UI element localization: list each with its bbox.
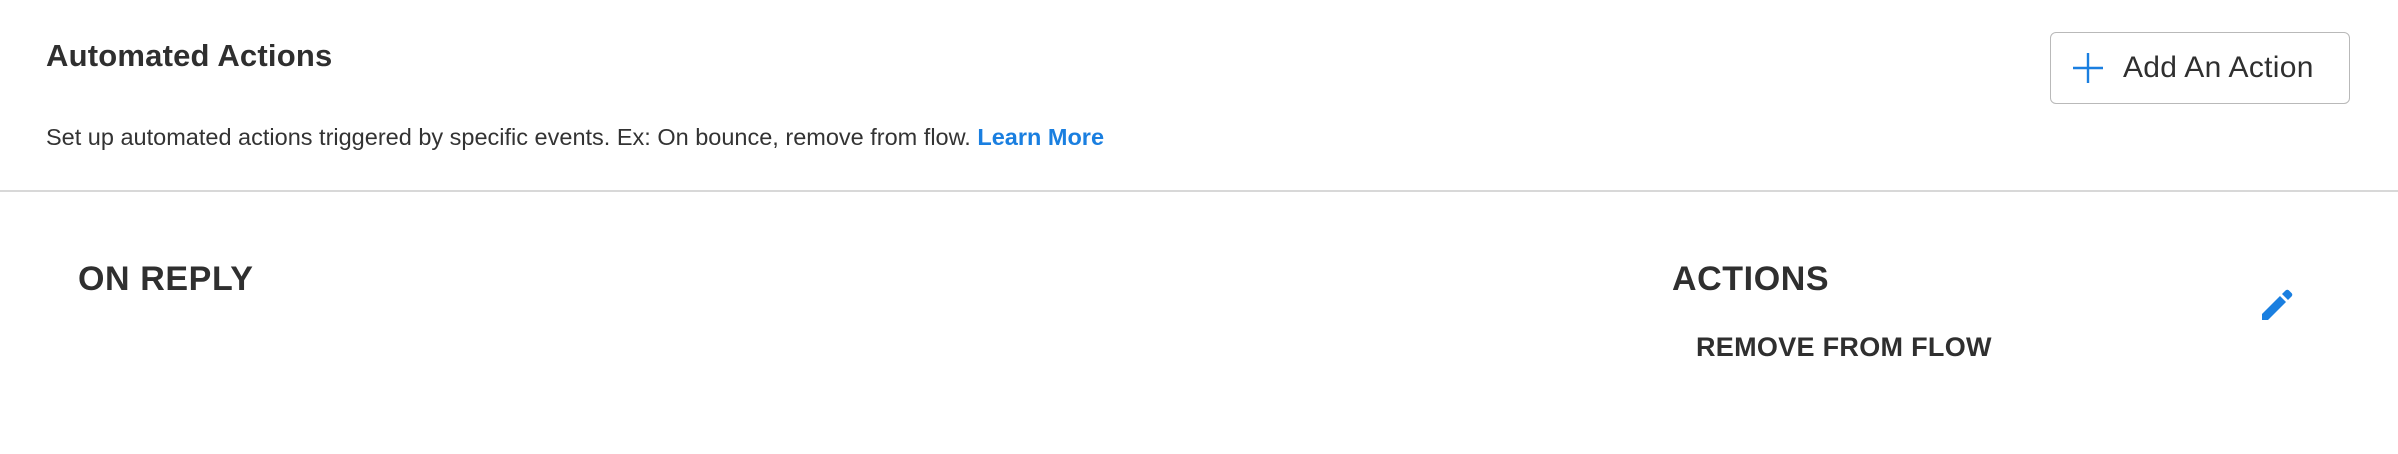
add-action-button[interactable]: Add An Action [2050,32,2350,104]
add-action-label: Add An Action [2123,51,2314,84]
description-text: Set up automated actions triggered by sp… [46,124,971,150]
actions-heading: ACTIONS [1672,260,1830,298]
automated-actions-header: Automated Actions Set up automated actio… [0,0,2398,192]
trigger-heading: ON REPLY [78,260,254,298]
section-title: Automated Actions [46,38,333,73]
action-item: REMOVE FROM FLOW [1696,332,1992,362]
pencil-icon[interactable] [2258,284,2298,324]
learn-more-link[interactable]: Learn More [977,124,1104,150]
automation-rule: ON REPLY ACTIONS REMOVE FROM FLOW [0,192,2398,454]
plus-icon [2073,53,2103,83]
section-description: Set up automated actions triggered by sp… [46,124,1104,151]
